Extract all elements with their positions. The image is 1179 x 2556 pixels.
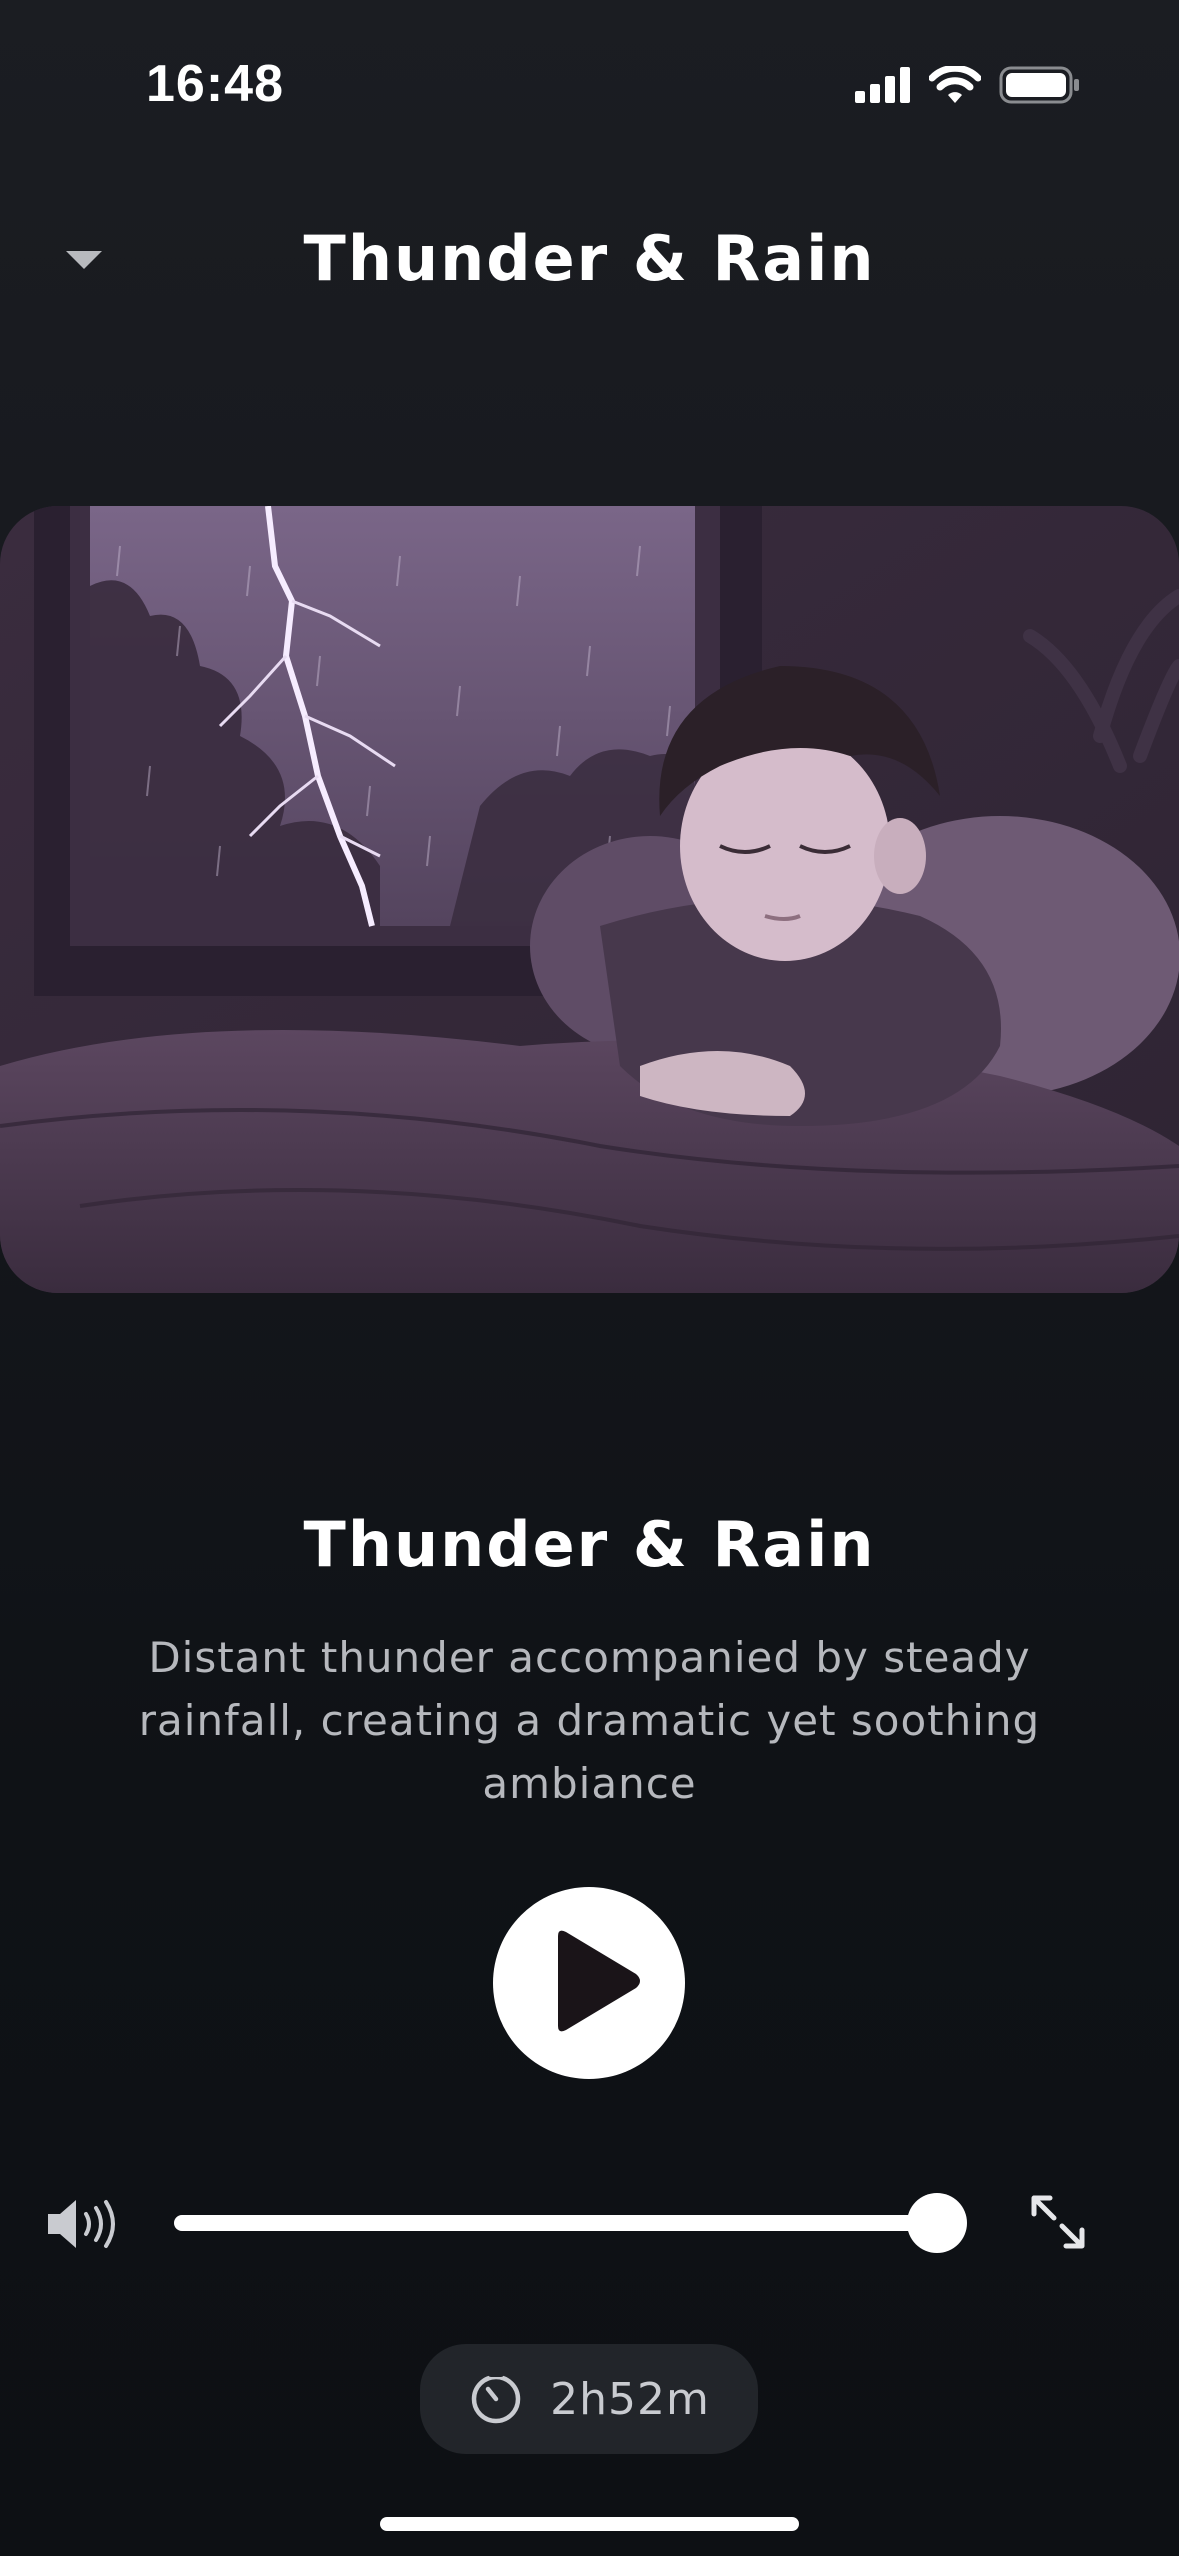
cellular-signal-icon	[855, 67, 911, 103]
volume-slider[interactable]	[174, 2193, 968, 2253]
track-artwork	[0, 506, 1179, 1293]
battery-icon	[999, 66, 1081, 104]
home-indicator[interactable]	[380, 2517, 799, 2531]
status-time: 16:48	[146, 55, 284, 113]
sleep-timer-button[interactable]: 2h52m	[420, 2344, 758, 2454]
expand-icon[interactable]	[1028, 2192, 1088, 2256]
track-description: Distant thunder accompanied by steady ra…	[138, 1633, 1041, 1808]
volume-thumb[interactable]	[907, 2193, 968, 2253]
header-title: Thunder & Rain	[303, 222, 876, 295]
play-button[interactable]	[493, 1887, 685, 2079]
status-icons	[855, 66, 1081, 104]
timer-label: 2h52m	[550, 2373, 710, 2425]
play-icon	[534, 1928, 644, 2038]
track-title: Thunder & Rain	[303, 1508, 876, 1581]
speaker-icon[interactable]	[44, 2196, 122, 2256]
timer-icon	[468, 2369, 524, 2429]
player-screen: 16:48 Thunder & Rain Thunder & Rain Dist…	[0, 0, 1179, 2556]
wifi-icon	[929, 66, 981, 104]
volume-fill	[174, 2215, 938, 2231]
